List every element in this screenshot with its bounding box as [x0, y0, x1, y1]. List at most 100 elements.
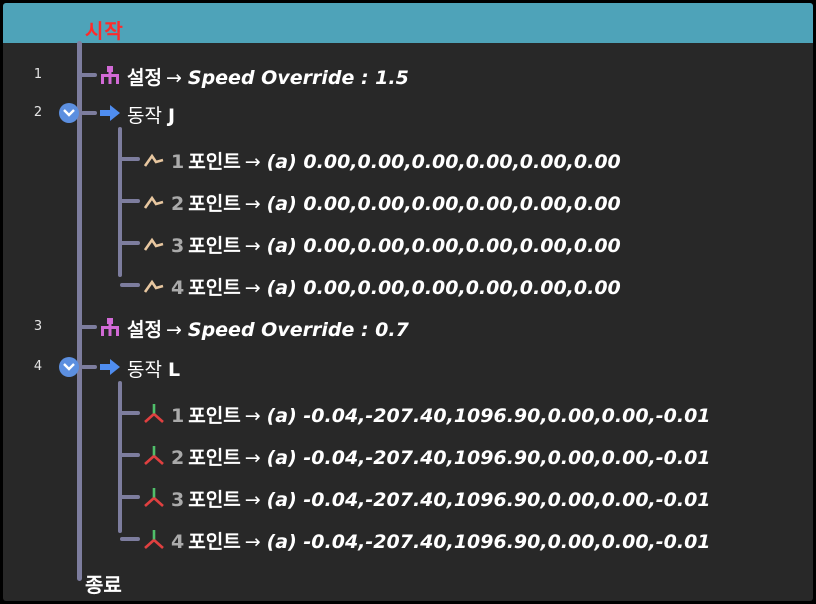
program-row-move-l[interactable]: 4 동작 L — [3, 349, 813, 385]
node-title: 설정 — [127, 67, 162, 89]
point-row[interactable]: 2 포인트 → (a) -0.04,-207.40,1096.90,0.00,0.00… — [3, 437, 813, 473]
point-value: (a) -0.04,-207.40,1096.90,0.00,0.00,-0.0… — [266, 405, 711, 427]
tree-branch — [81, 111, 97, 115]
point-label: 포인트 — [188, 447, 241, 469]
point-value: (a) -0.04,-207.40,1096.90,0.00,0.00,-0.0… — [266, 489, 711, 511]
move-arrow-icon — [100, 105, 120, 121]
end-node-label[interactable]: 종료 — [85, 569, 122, 598]
point-value: (a) 0.00,0.00,0.00,0.00,0.00,0.00 — [266, 235, 621, 257]
move-text: 동작 L — [127, 355, 180, 382]
move-text: 동작 J — [127, 101, 175, 128]
joint-point-icon — [143, 279, 164, 293]
point-row[interactable]: 3 포인트 → (a) 0.00,0.00,0.00,0.00,0.00,0.00 — [3, 225, 813, 261]
start-node-label[interactable]: 시작 — [85, 15, 124, 44]
point-value: (a) -0.04,-207.40,1096.90,0.00,0.00,-0.0… — [266, 531, 711, 553]
tree-branch — [120, 411, 140, 415]
row-number: 1 — [33, 67, 43, 82]
point-text: 3 포인트 → (a) -0.04,-207.40,1096.90,0.00,0.00… — [171, 485, 711, 512]
row-number: 3 — [33, 319, 43, 334]
tree-branch — [120, 157, 140, 161]
settings-text: 설정 → Speed Override : 1.5 — [127, 63, 409, 90]
point-number: 2 — [171, 447, 185, 469]
linear-point-icon — [144, 488, 164, 507]
point-value: (a) 0.00,0.00,0.00,0.00,0.00,0.00 — [266, 277, 621, 299]
point-number: 1 — [171, 405, 185, 427]
node-detail: Speed Override : 0.7 — [187, 319, 409, 341]
program-tree-panel: 시작 1 설정 → Speed Override : 1.5 2 동작 J 1 … — [3, 3, 813, 601]
collapse-chevron-icon[interactable] — [59, 103, 79, 123]
point-value: (a) 0.00,0.00,0.00,0.00,0.00,0.00 — [266, 193, 621, 215]
point-text: 1 포인트 → (a) -0.04,-207.40,1096.90,0.00,0.00… — [171, 401, 711, 428]
point-label: 포인트 — [188, 405, 241, 427]
program-row-move-j[interactable]: 2 동작 J — [3, 95, 813, 131]
point-label: 포인트 — [188, 235, 241, 257]
point-label: 포인트 — [188, 531, 241, 553]
settings-node-icon — [101, 66, 119, 84]
point-text: 2 포인트 → (a) -0.04,-207.40,1096.90,0.00,0.00… — [171, 443, 711, 470]
point-label: 포인트 — [188, 489, 241, 511]
arrow: → — [244, 277, 261, 299]
program-row-settings-1[interactable]: 1 설정 → Speed Override : 1.5 — [3, 57, 813, 93]
point-row[interactable]: 1 포인트 → (a) 0.00,0.00,0.00,0.00,0.00,0.00 — [3, 141, 813, 177]
point-text: 3 포인트 → (a) 0.00,0.00,0.00,0.00,0.00,0.00 — [171, 231, 621, 258]
joint-point-icon — [143, 153, 164, 167]
point-text: 4 포인트 → (a) 0.00,0.00,0.00,0.00,0.00,0.00 — [171, 273, 621, 300]
start-header — [3, 3, 813, 43]
joint-point-icon — [143, 195, 164, 209]
arrow: → — [165, 319, 182, 341]
tree-branch — [120, 199, 140, 203]
move-arrow-icon — [100, 359, 120, 375]
linear-point-icon — [144, 530, 164, 549]
arrow: → — [244, 405, 261, 427]
move-mode: L — [168, 359, 181, 381]
point-number: 4 — [171, 531, 185, 553]
point-row[interactable]: 4 포인트 → (a) -0.04,-207.40,1096.90,0.00,0.00… — [3, 521, 813, 557]
tree-branch — [81, 365, 97, 369]
point-label: 포인트 — [188, 277, 241, 299]
point-text: 4 포인트 → (a) -0.04,-207.40,1096.90,0.00,0.00… — [171, 527, 711, 554]
arrow: → — [244, 235, 261, 257]
collapse-chevron-icon[interactable] — [59, 357, 79, 377]
point-number: 4 — [171, 277, 185, 299]
arrow: → — [244, 489, 261, 511]
joint-point-icon — [143, 237, 164, 251]
point-value: (a) -0.04,-207.40,1096.90,0.00,0.00,-0.0… — [266, 447, 711, 469]
point-text: 2 포인트 → (a) 0.00,0.00,0.00,0.00,0.00,0.00 — [171, 189, 621, 216]
arrow: → — [165, 67, 182, 89]
tree-branch — [120, 283, 140, 287]
arrow: → — [244, 447, 261, 469]
point-value: (a) 0.00,0.00,0.00,0.00,0.00,0.00 — [266, 151, 621, 173]
point-label: 포인트 — [188, 193, 241, 215]
row-number: 2 — [33, 105, 43, 120]
point-row[interactable]: 2 포인트 → (a) 0.00,0.00,0.00,0.00,0.00,0.00 — [3, 183, 813, 219]
point-number: 2 — [171, 193, 185, 215]
arrow: → — [244, 151, 261, 173]
node-title: 설정 — [127, 319, 162, 341]
node-title: 동작 — [127, 105, 162, 127]
point-number: 3 — [171, 235, 185, 257]
settings-text: 설정 → Speed Override : 0.7 — [127, 315, 409, 342]
tree-branch — [120, 453, 140, 457]
point-number: 1 — [171, 151, 185, 173]
node-detail: Speed Override : 1.5 — [187, 67, 409, 89]
arrow: → — [244, 531, 261, 553]
node-title: 동작 — [127, 359, 162, 381]
point-number: 3 — [171, 489, 185, 511]
settings-node-icon — [101, 318, 119, 336]
tree-branch — [79, 73, 97, 77]
tree-branch — [79, 325, 97, 329]
point-text: 1 포인트 → (a) 0.00,0.00,0.00,0.00,0.00,0.00 — [171, 147, 621, 174]
point-row[interactable]: 4 포인트 → (a) 0.00,0.00,0.00,0.00,0.00,0.00 — [3, 267, 813, 303]
arrow: → — [244, 193, 261, 215]
tree-branch — [120, 537, 140, 541]
tree-branch — [120, 495, 140, 499]
linear-point-icon — [144, 446, 164, 465]
row-number: 4 — [33, 359, 43, 374]
point-label: 포인트 — [188, 151, 241, 173]
linear-point-icon — [144, 404, 164, 423]
point-row[interactable]: 3 포인트 → (a) -0.04,-207.40,1096.90,0.00,0.00… — [3, 479, 813, 515]
point-row[interactable]: 1 포인트 → (a) -0.04,-207.40,1096.90,0.00,0.00… — [3, 395, 813, 431]
program-row-settings-3[interactable]: 3 설정 → Speed Override : 0.7 — [3, 309, 813, 345]
tree-branch — [120, 241, 140, 245]
move-mode: J — [168, 105, 176, 127]
